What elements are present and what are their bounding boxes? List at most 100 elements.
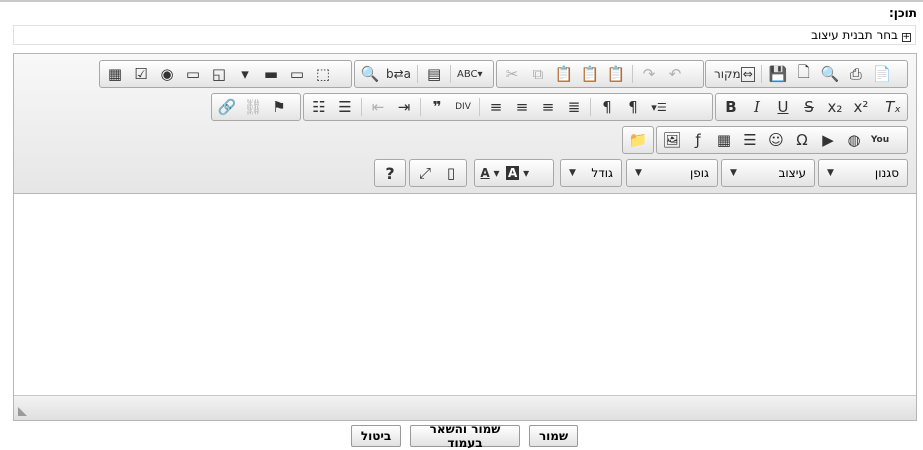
expand-plus-icon[interactable]: + xyxy=(902,33,911,42)
imagebutton-icon[interactable]: ▭ xyxy=(284,62,310,86)
numbered-list-icon[interactable]: ☷ xyxy=(306,95,332,119)
chevron-down-icon: ▼ xyxy=(569,168,576,178)
chevron-down-icon: ▼ xyxy=(730,168,737,178)
bulleted-list-icon[interactable]: ☰ xyxy=(332,95,358,119)
blockquote-icon[interactable]: ❞ xyxy=(424,95,450,119)
separator xyxy=(632,65,633,83)
show-blocks-icon[interactable]: ▯ xyxy=(438,161,464,185)
italic-icon[interactable]: I xyxy=(744,95,770,119)
rtl-icon[interactable]: ¶ xyxy=(620,95,646,119)
table-icon[interactable]: ▦ xyxy=(711,128,737,152)
browse-group: 📁 xyxy=(622,126,654,154)
template-selector[interactable]: + בחר תבנית עיצוב xyxy=(13,25,916,45)
textarea-icon[interactable]: ◱ xyxy=(206,62,232,86)
align-right-icon[interactable]: ≡ xyxy=(535,95,561,119)
horizontal-rule-icon[interactable]: ☰ xyxy=(737,128,763,152)
document-group: ⇔ מקור 💾 🗋 🔍 ⎙ 📄 xyxy=(705,60,908,88)
colors-group: A ▾ A ▾ xyxy=(474,159,554,187)
cancel-button[interactable]: ביטול xyxy=(351,425,401,447)
styles-label: סגנון xyxy=(874,166,899,180)
maximize-icon[interactable]: ⤢ xyxy=(412,161,438,185)
select-icon[interactable]: ▾ xyxy=(232,62,258,86)
separator xyxy=(420,98,421,116)
special-char-icon[interactable]: Ω xyxy=(789,128,815,152)
youtube-icon[interactable]: You xyxy=(867,128,893,152)
underline-icon[interactable]: U xyxy=(770,95,796,119)
new-page-icon[interactable]: 🗋 xyxy=(791,62,817,86)
redo-icon[interactable]: ↷ xyxy=(636,62,662,86)
strike-icon[interactable]: S xyxy=(796,95,822,119)
paste-icon[interactable]: 📋 xyxy=(551,62,577,86)
form-icon[interactable]: ▦ xyxy=(102,62,128,86)
styles-combo[interactable]: סגנון ▼ xyxy=(818,159,908,187)
resize-handle-icon[interactable] xyxy=(18,407,27,416)
separator xyxy=(479,98,480,116)
iframe-icon[interactable]: ◍ xyxy=(841,128,867,152)
spellcheck-icon[interactable]: ABC▾ xyxy=(454,62,486,86)
link-icon[interactable]: 🔗 xyxy=(214,95,240,119)
justify-icon[interactable]: ≣ xyxy=(561,95,587,119)
flash-icon[interactable]: ƒ xyxy=(685,128,711,152)
font-combo[interactable]: גופן ▼ xyxy=(626,159,718,187)
save-button[interactable]: שמור xyxy=(529,425,578,447)
font-label: גופן xyxy=(690,166,709,180)
bold-icon[interactable]: B xyxy=(718,95,744,119)
rich-text-editor: ⇔ מקור 💾 🗋 🔍 ⎙ 📄 ✂ ⧉ 📋 📋 📋 ↷ ↶ 🔍 b⇄a ▤ A… xyxy=(13,53,917,421)
language-icon[interactable]: ▾☰ xyxy=(646,95,672,119)
separator xyxy=(417,65,419,83)
smiley-icon[interactable]: ☺ xyxy=(763,128,789,152)
checkbox-icon[interactable]: ☑ xyxy=(128,62,154,86)
format-label: עיצוב xyxy=(778,166,806,180)
separator xyxy=(361,98,362,116)
bg-color-icon[interactable]: A ▾ xyxy=(503,161,532,185)
superscript-icon[interactable]: x² xyxy=(848,95,874,119)
separator xyxy=(760,65,762,83)
paste-text-icon[interactable]: 📋 xyxy=(577,62,603,86)
select-all-icon[interactable]: ▤ xyxy=(421,62,447,86)
size-combo[interactable]: גודל ▼ xyxy=(560,159,622,187)
anchor-icon[interactable]: ⚑ xyxy=(266,95,292,119)
video-icon[interactable]: ▶ xyxy=(815,128,841,152)
outdent-icon[interactable]: ⇤ xyxy=(365,95,391,119)
subscript-icon[interactable]: x₂ xyxy=(822,95,848,119)
save-icon[interactable]: 💾 xyxy=(765,62,791,86)
preview-icon[interactable]: 🔍 xyxy=(817,62,843,86)
cut-icon[interactable]: ✂ xyxy=(499,62,525,86)
templates-icon[interactable]: 📄 xyxy=(869,62,895,86)
remove-format-icon[interactable]: Tₓ xyxy=(880,95,906,119)
help-group: ? xyxy=(374,159,406,187)
source-label: מקור xyxy=(714,67,741,81)
editor-content-area[interactable] xyxy=(14,194,916,394)
image-icon[interactable]: 🖼 xyxy=(659,128,685,152)
print-icon[interactable]: ⎙ xyxy=(843,62,869,86)
save-stay-button[interactable]: שמור והשאר בעמוד xyxy=(410,422,520,450)
basic-styles-group: B I U S x₂ x² Tₓ xyxy=(715,93,908,121)
undo-icon[interactable]: ↶ xyxy=(662,62,688,86)
clipboard-group: ✂ ⧉ 📋 📋 📋 ↷ ↶ xyxy=(496,60,704,88)
indent-icon[interactable]: ⇥ xyxy=(391,95,417,119)
ltr-icon[interactable]: ¶ xyxy=(594,95,620,119)
copy-icon[interactable]: ⧉ xyxy=(525,62,551,86)
radio-icon[interactable]: ◉ xyxy=(154,62,180,86)
source-button[interactable]: ⇔ מקור xyxy=(708,62,758,86)
button-icon[interactable]: ▬ xyxy=(258,62,284,86)
file-browser-icon[interactable]: 📁 xyxy=(625,128,651,152)
find-icon[interactable]: 🔍 xyxy=(357,62,383,86)
unlink-icon[interactable]: ⛓ xyxy=(240,95,266,119)
insert-group: 🖼 ƒ ▦ ☰ ☺ Ω ▶ ◍ You xyxy=(656,126,908,154)
textfield-icon[interactable]: ▭ xyxy=(180,62,206,86)
replace-icon[interactable]: b⇄a xyxy=(383,62,414,86)
format-combo[interactable]: עיצוב ▼ xyxy=(721,159,815,187)
tools-group: ⤢ ▯ xyxy=(409,159,467,187)
separator xyxy=(590,98,591,116)
hiddenfield-icon[interactable]: ⬚ xyxy=(310,62,336,86)
paste-word-icon[interactable]: 📋 xyxy=(603,62,629,86)
creatediv-icon[interactable]: DIV xyxy=(450,95,476,119)
align-left-icon[interactable]: ≡ xyxy=(483,95,509,119)
template-selector-label: בחר תבנית עיצוב xyxy=(811,28,898,42)
text-color-icon[interactable]: A ▾ xyxy=(477,161,503,185)
align-center-icon[interactable]: ≡ xyxy=(509,95,535,119)
chevron-down-icon: ▼ xyxy=(635,168,642,178)
help-button[interactable]: ? xyxy=(377,161,403,185)
paragraph-group: ☷ ☰ ⇤ ⇥ ❞ DIV ≡ ≡ ≡ ≣ ¶ ¶ ▾☰ xyxy=(303,93,713,121)
